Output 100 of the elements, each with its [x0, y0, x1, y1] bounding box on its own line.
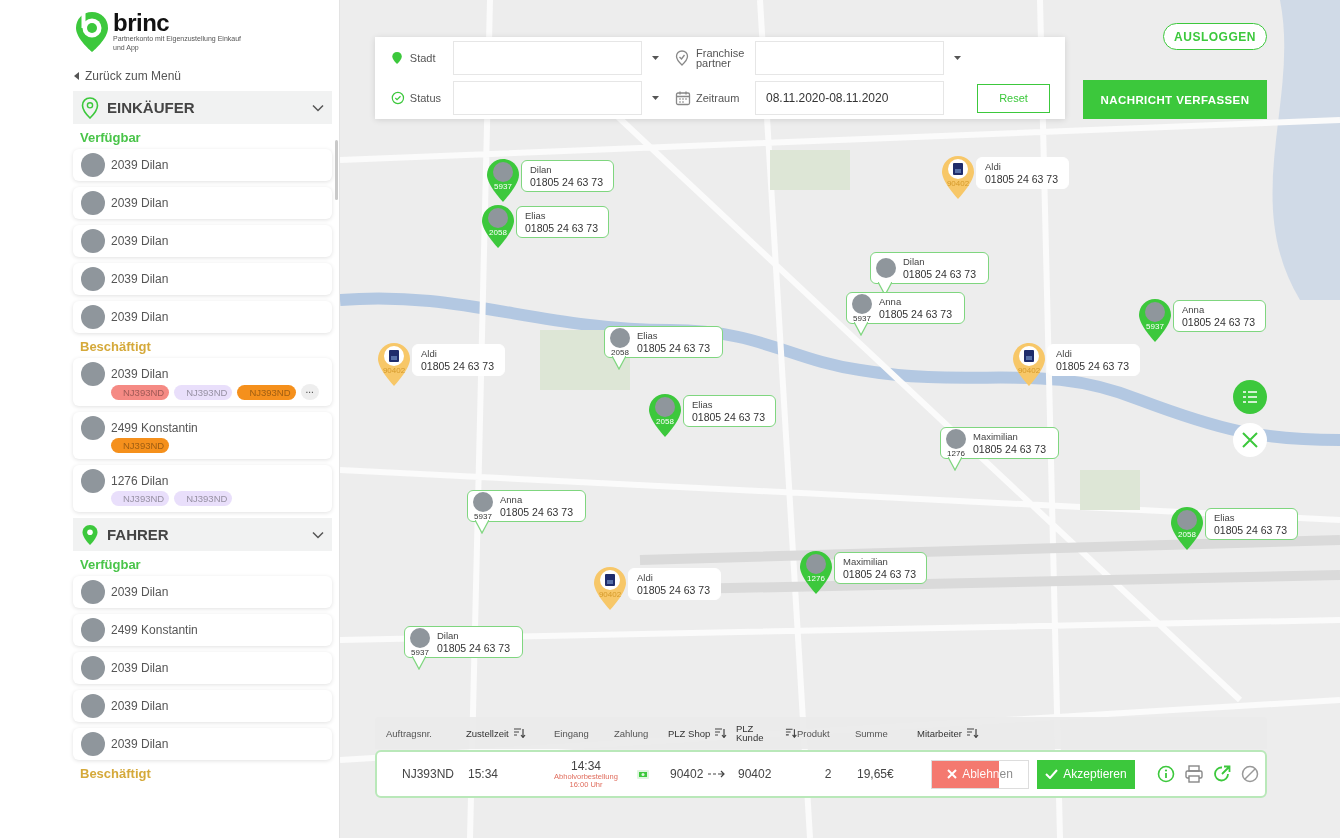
person-name: 2039 Dilan — [111, 234, 169, 248]
marker-phone: 01805 24 63 73 — [985, 172, 1058, 186]
marker-phone: 01805 24 63 73 — [1182, 315, 1255, 329]
column-header: Summe — [855, 728, 888, 738]
person-card[interactable]: 2039 Dilan — [73, 690, 332, 722]
marker-name: Anna — [879, 295, 903, 308]
person-card[interactable]: 2039 Dilan — [73, 187, 332, 219]
marker-phone: 01805 24 63 73 — [692, 410, 765, 424]
section-title: Verfügbar — [80, 557, 142, 572]
field-label: Franchise partner — [696, 48, 746, 68]
field-label: Stadt — [409, 53, 437, 63]
marker-card[interactable]: Aldi 01805 24 63 73 — [412, 344, 505, 376]
marker-name: Aldi — [637, 571, 654, 584]
person-card[interactable]: 2039 Dilan — [73, 576, 332, 608]
person-name: 2499 Konstantin — [111, 421, 198, 435]
marker-card[interactable]: 1276 Maximilian 01805 24 63 73 — [940, 427, 1059, 459]
person-name: 2039 Dilan — [111, 699, 169, 713]
marker-number: 5937 — [474, 511, 492, 521]
group-header[interactable]: FAHRER — [73, 518, 332, 551]
section-title: Verfügbar — [80, 130, 142, 145]
column-header: Produkt — [797, 728, 830, 738]
back-link[interactable]: Zurück zum Menü — [73, 67, 182, 85]
marker-number: 5937 — [1145, 322, 1165, 331]
marker-name: Aldi — [421, 347, 438, 360]
column-header[interactable]: Zustellzeit — [466, 728, 509, 738]
marker-name: Maximilian — [973, 430, 1019, 443]
section-title: Beschäftigt — [80, 766, 152, 781]
marker-number: 1276 — [947, 448, 965, 458]
person-card[interactable]: 2499 Konstantin — [73, 614, 332, 646]
marker-name: Anna — [1182, 303, 1206, 316]
marker-card[interactable]: Maximilian 01805 24 63 73 — [834, 552, 927, 584]
marker-card[interactable]: 5937 Anna 01805 24 63 73 — [846, 292, 965, 324]
marker-phone: 01805 24 63 73 — [637, 341, 710, 355]
marker-name: Elias — [637, 329, 659, 342]
marker-name: Elias — [1214, 511, 1236, 524]
field-label: Status — [409, 93, 442, 103]
person-name: 2039 Dilan — [111, 585, 169, 599]
marker-phone: 01805 24 63 73 — [973, 442, 1046, 456]
person-card[interactable]: 2039 Dilan — [73, 652, 332, 684]
person-card[interactable]: 2039 Dilan — [73, 149, 332, 181]
column-header: Auftragsnr. — [386, 728, 432, 738]
more-button[interactable]: ... — [300, 384, 319, 400]
group-header[interactable]: EINKÄUFER — [73, 91, 332, 124]
order-total: 19,65€ — [857, 767, 895, 781]
marker-card[interactable]: Anna 01805 24 63 73 — [1173, 300, 1266, 332]
person-card[interactable]: 2039 Dilan — [73, 225, 332, 257]
marker-phone: 01805 24 63 73 — [1056, 359, 1129, 373]
column-header[interactable]: Mitarbeiter — [917, 728, 962, 738]
received-time: 14:34 — [571, 759, 601, 773]
marker-name: Maximilian — [843, 555, 889, 568]
group-title: FAHRER — [107, 526, 170, 543]
marker-card[interactable]: Aldi 01805 24 63 73 — [976, 157, 1069, 189]
marker-phone: 01805 24 63 73 — [530, 175, 603, 189]
marker-number: 2058 — [655, 417, 675, 426]
marker-name: Anna — [500, 493, 524, 506]
column-header[interactable]: PLZ Shop — [668, 728, 711, 738]
person-name: 2039 Dilan — [111, 272, 169, 286]
person-card[interactable]: 2039 Dilan — [73, 263, 332, 295]
marker-phone: 01805 24 63 73 — [637, 583, 710, 597]
marker-card[interactable]: Dilan 01805 24 63 73 — [521, 160, 614, 192]
marker-name: Elias — [525, 209, 547, 222]
marker-phone: 01805 24 63 73 — [500, 505, 573, 519]
marker-name: Aldi — [985, 160, 1002, 173]
date-range-field[interactable]: 08.11.2020-08.11.2020 — [755, 81, 944, 115]
marker-name: Dilan — [530, 163, 553, 176]
marker-phone: 01805 24 63 73 — [843, 567, 916, 581]
column-header[interactable]: PLZ Kunde — [736, 724, 781, 742]
marker-card[interactable]: Elias 01805 24 63 73 — [516, 206, 609, 238]
person-name: 2039 Dilan — [111, 196, 169, 210]
person-name: 1276 Dilan — [111, 474, 170, 488]
shop-postcode: 90402 — [670, 767, 704, 781]
marker-card[interactable]: 5937 Anna 01805 24 63 73 — [467, 490, 586, 522]
marker-phone: 01805 24 63 73 — [1214, 523, 1287, 537]
marker-number: 5937 — [853, 313, 871, 323]
section-title: Beschäftigt — [80, 339, 152, 354]
person-card[interactable]: 2499 Konstantin NJ393ND — [73, 412, 332, 459]
marker-number: 1276 — [806, 574, 826, 583]
marker-card[interactable]: 5937 Dilan 01805 24 63 73 — [404, 626, 523, 658]
marker-card[interactable]: Elias 01805 24 63 73 — [1205, 508, 1298, 540]
person-name: 2499 Konstantin — [111, 623, 198, 637]
marker-card[interactable]: Dilan 01805 24 63 73 — [870, 252, 989, 284]
marker-number: 2058 — [488, 228, 508, 237]
marker-phone: 01805 24 63 73 — [903, 267, 976, 281]
marker-card[interactable]: Elias 01805 24 63 73 — [683, 395, 776, 427]
field-label: Zeitraum — [696, 93, 741, 103]
person-name: 2039 Dilan — [111, 158, 169, 172]
brand-name: brinc — [113, 12, 171, 34]
person-card[interactable]: 2039 Dilan — [73, 301, 332, 333]
order-number: NJ393ND — [401, 767, 456, 781]
marker-card[interactable]: 2058 Elias 01805 24 63 73 — [604, 326, 723, 358]
marker-name: Elias — [692, 398, 714, 411]
marker-number: 5937 — [493, 182, 513, 191]
marker-card[interactable]: Aldi 01805 24 63 73 — [1047, 344, 1140, 376]
marker-card[interactable]: Aldi 01805 24 63 73 — [628, 568, 721, 600]
marker-name: Dilan — [437, 629, 460, 642]
person-name: 2039 Dilan — [111, 661, 169, 675]
person-name: 2039 Dilan — [111, 367, 170, 381]
person-card[interactable]: 2039 Dilan — [73, 728, 332, 760]
person-card[interactable]: 2039 Dilan NJ393ND NJ393ND NJ393ND ... — [73, 358, 332, 406]
marker-name: Aldi — [1056, 347, 1073, 360]
